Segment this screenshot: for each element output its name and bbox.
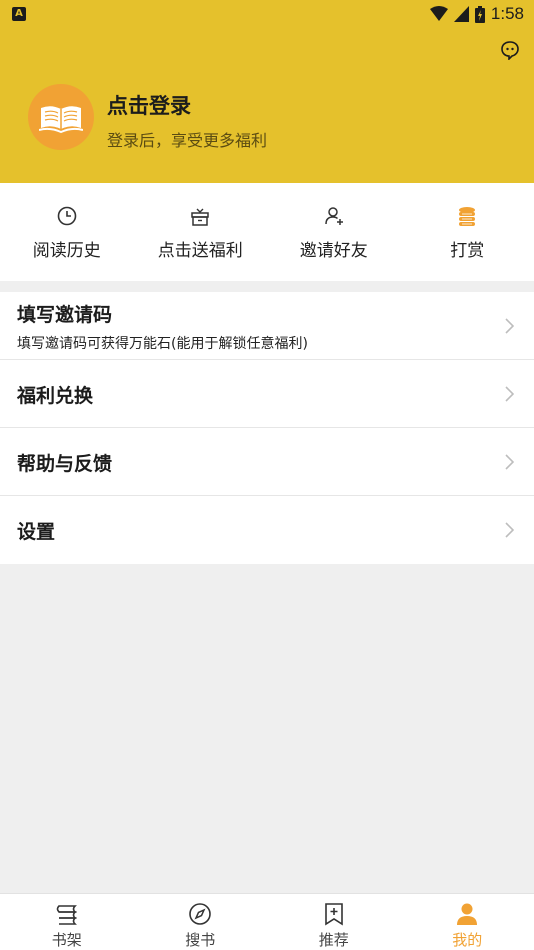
quick-reading-history[interactable]: 阅读历史 [0,183,134,281]
chevron-right-icon [505,454,514,470]
menu-list: 填写邀请码 填写邀请码可获得万能石(能用于解锁任意福利) 福利兑换 帮助与反馈 … [0,292,534,564]
profile-header: A 1:58 点击登录 登录后，享受更多福利 [0,0,534,183]
notification-app-icon: A [12,7,26,21]
quick-label: 点击送福利 [157,241,243,261]
person-icon [457,903,478,925]
bookmark-plus-icon [324,903,343,926]
menu-description: 填写邀请码可获得万能石(能用于解锁任意福利) [17,336,308,352]
chevron-right-icon [505,386,514,402]
wifi-icon [429,6,448,21]
login-subtitle: 登录后，享受更多福利 [107,131,268,150]
status-time: 1:58 [490,4,524,23]
nav-label: 推荐 [318,931,349,949]
quick-label: 打赏 [450,241,485,261]
menu-title: 帮助与反馈 [17,453,113,475]
signal-icon [453,6,469,22]
gift-icon [191,208,209,226]
menu-item-settings[interactable]: 设置 [0,496,534,564]
open-book-icon [39,106,83,134]
menu-title: 填写邀请码 [17,304,113,326]
login-title[interactable]: 点击登录 [107,90,191,120]
status-bar: A 1:58 [0,0,534,28]
status-right: 1:58 [429,3,524,25]
quick-gift[interactable]: 点击送福利 [134,183,268,281]
tab-bookshelf[interactable]: 书架 [0,894,134,950]
clock-icon [57,206,77,226]
coins-icon [459,207,476,226]
tab-search-books[interactable]: 搜书 [134,894,268,950]
menu-item-help[interactable]: 帮助与反馈 [0,428,534,496]
menu-item-invite-code[interactable]: 填写邀请码 填写邀请码可获得万能石(能用于解锁任意福利) [0,292,534,360]
compass-icon [189,903,212,925]
quick-label: 邀请好友 [299,241,368,261]
nav-label: 搜书 [185,931,216,949]
nav-label: 我的 [452,931,483,949]
quick-reward[interactable]: 打赏 [401,183,534,281]
nav-label: 书架 [51,931,82,949]
quick-actions: 阅读历史 点击送福利 邀请好友 打赏 [0,183,534,281]
quick-label: 阅读历史 [32,241,101,261]
quick-invite[interactable]: 邀请好友 [267,183,401,281]
avatar[interactable] [28,84,94,150]
bottom-nav: 书架 搜书 推荐 我的 [0,893,534,950]
menu-item-redeem[interactable]: 福利兑换 [0,360,534,428]
tab-mine[interactable]: 我的 [401,894,534,950]
chevron-right-icon [505,522,514,538]
bookshelf-icon [56,905,77,925]
add-user-icon [325,207,343,225]
menu-title: 福利兑换 [17,385,94,407]
chevron-right-icon [505,318,514,334]
menu-title: 设置 [17,521,56,543]
tab-recommend[interactable]: 推荐 [267,894,401,950]
battery-icon [474,5,485,23]
message-icon[interactable] [500,40,520,60]
